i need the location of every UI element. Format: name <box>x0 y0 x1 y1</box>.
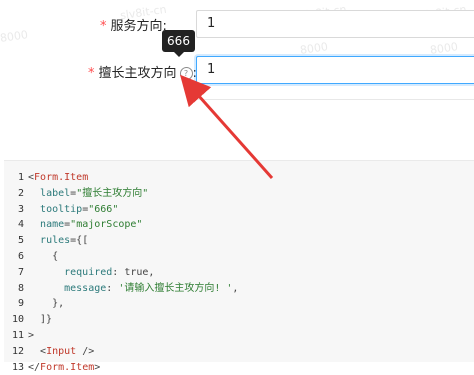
code-line: }, <box>28 296 238 312</box>
code-token: { <box>28 250 59 262</box>
required-mark: * <box>88 66 95 81</box>
code-line: rules={[ <box>28 233 238 249</box>
code-line: <Form.Item <box>28 170 238 186</box>
code-token: }, <box>28 298 65 310</box>
question-circle-icon[interactable]: ? <box>179 67 193 80</box>
watermark: 8000 <box>299 40 329 57</box>
watermark: 8000 <box>429 40 459 57</box>
code-token: > <box>28 329 35 341</box>
code-token: rules <box>40 235 71 247</box>
code-token: "666" <box>88 203 119 215</box>
line-number: 13 <box>11 361 24 373</box>
line-number: 9 <box>17 298 24 310</box>
line-number: 8 <box>17 282 24 294</box>
divider <box>196 99 474 100</box>
required-mark: * <box>100 19 107 34</box>
line-number: 1 <box>17 172 24 183</box>
code-token: message <box>64 282 107 294</box>
code-token: Input <box>46 345 77 357</box>
code-line: required: true, <box>28 265 238 281</box>
code-token: Form.Item <box>34 172 89 183</box>
code-line: </Form.Item> <box>28 360 238 375</box>
code-token: /> <box>76 345 95 357</box>
tooltip: 666 <box>162 30 195 52</box>
code-token: > <box>94 361 101 373</box>
line-number: 4 <box>17 219 24 231</box>
code-token: name <box>40 219 65 231</box>
code-line: label="擅长主攻方向" <box>28 186 238 202</box>
code-block: 1 2 3 4 5 6 7 8 9 10 11 12 13 <Form.Item label="擅长主攻… <box>4 160 474 373</box>
code-line: tooltip="666" <box>28 202 238 218</box>
code-token: ]} <box>28 314 53 326</box>
code-token: required <box>64 266 113 278</box>
code-token: : <box>106 282 119 294</box>
field-label-service-direction: * 服务方向: <box>100 19 167 34</box>
service-direction-input[interactable]: 1 <box>196 10 474 38</box>
code-lines: <Form.Item label="擅长主攻方向" tooltip="666" … <box>28 170 238 375</box>
code-token: label <box>40 187 71 199</box>
tooltip-pointer <box>174 52 184 57</box>
code-line: { <box>28 249 238 265</box>
code-line: message: '请输入擅长主攻方向! ', <box>28 281 238 297</box>
code-token: : true, <box>112 266 155 278</box>
code-token: , <box>232 282 239 294</box>
line-number: 7 <box>17 266 24 278</box>
line-number: 6 <box>17 250 24 262</box>
code-line: <Input /> <box>28 344 238 360</box>
code-line: name="majorScope" <box>28 217 238 233</box>
watermark: 8000 <box>0 28 29 45</box>
form-preview: slv8it-cn slv8it-cn slv8it-cn 8000 8000 … <box>0 0 474 158</box>
code-line: ]} <box>28 312 238 328</box>
line-number: 10 <box>11 314 24 326</box>
code-token: </ <box>28 361 41 373</box>
field-label-major-scope: * 擅长主攻方向?: <box>88 66 197 81</box>
major-scope-input[interactable]: 1 <box>196 56 474 84</box>
code-token: "majorScope" <box>70 219 143 231</box>
line-number-gutter: 1 2 3 4 5 6 7 8 9 10 11 12 13 <box>4 170 24 375</box>
code-token: < <box>28 345 47 357</box>
line-number: 11 <box>11 329 24 341</box>
code-line: > <box>28 328 238 344</box>
code-token: tooltip <box>40 203 83 215</box>
line-number: 2 <box>17 187 24 199</box>
line-number: 3 <box>17 203 24 215</box>
code-token: "擅长主攻方向" <box>76 187 149 199</box>
code-token: Form.Item <box>40 361 95 373</box>
code-token: '请输入擅长主攻方向! ' <box>118 282 233 294</box>
line-number: 5 <box>17 235 24 247</box>
code-token: ={[ <box>70 235 89 247</box>
line-number: 12 <box>11 345 24 357</box>
